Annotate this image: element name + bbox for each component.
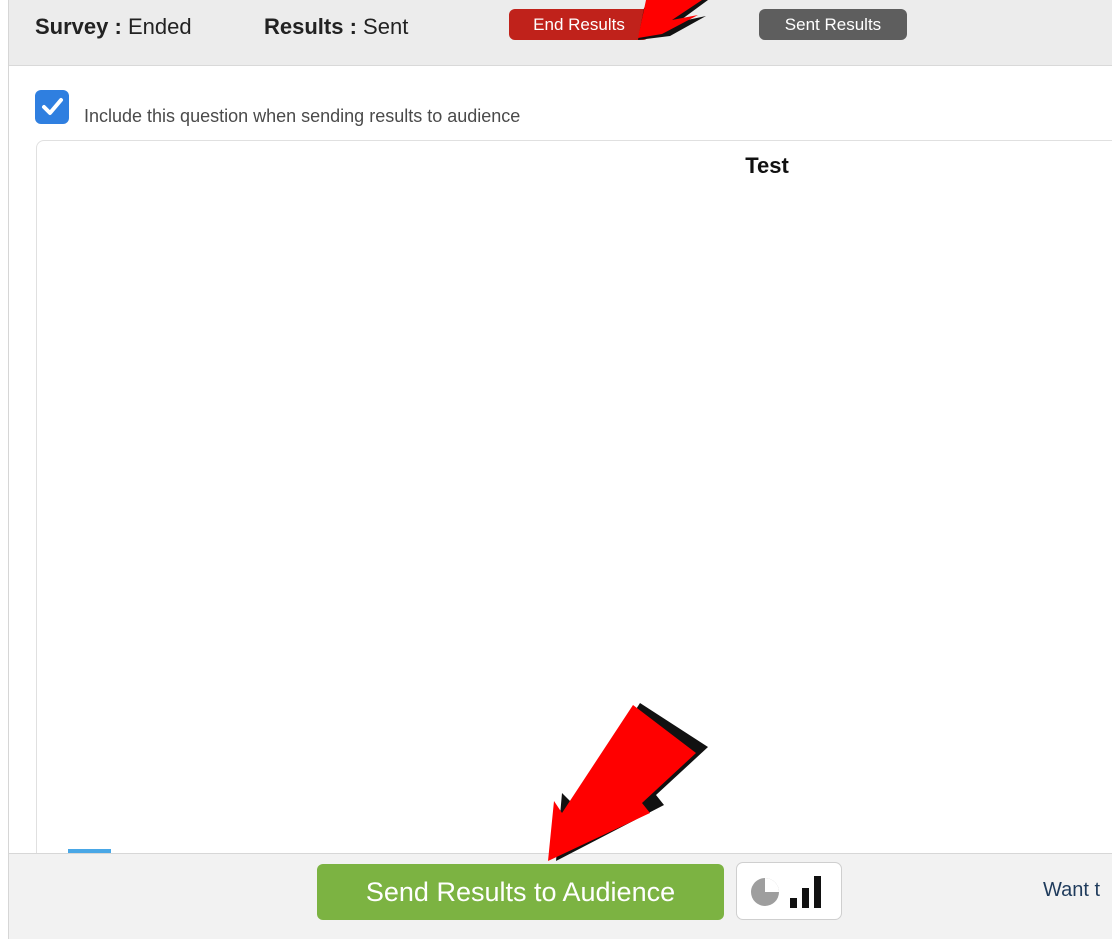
- end-results-button[interactable]: End Results: [509, 9, 649, 40]
- include-question-label: Include this question when sending resul…: [84, 106, 521, 126]
- include-question-checkbox[interactable]: [35, 90, 69, 124]
- send-results-button[interactable]: Send Results to Audience: [317, 864, 724, 920]
- chart-card: Test: [36, 140, 1112, 920]
- chart-type-toggle[interactable]: [736, 862, 842, 920]
- want-text: Want t: [1043, 879, 1101, 901]
- results-value: Sent: [363, 14, 409, 39]
- results-label: Results :: [264, 14, 357, 39]
- pie-chart-icon: [751, 878, 779, 906]
- check-icon: [42, 98, 63, 115]
- bottom-toolbar: Send Results to Audience Want t: [9, 853, 1112, 939]
- sent-results-button[interactable]: Sent Results: [759, 9, 907, 40]
- survey-label: Survey :: [35, 14, 122, 39]
- bar-chart-icon: [790, 876, 821, 908]
- survey-value: Ended: [127, 14, 192, 39]
- survey-status: Survey : Ended: [35, 14, 192, 40]
- results-status: Results : Sent: [264, 14, 408, 40]
- left-border: [8, 0, 9, 939]
- chart-title: Test: [745, 153, 789, 178]
- status-bar: Survey : Ended Results : Sent End Result…: [9, 0, 1112, 66]
